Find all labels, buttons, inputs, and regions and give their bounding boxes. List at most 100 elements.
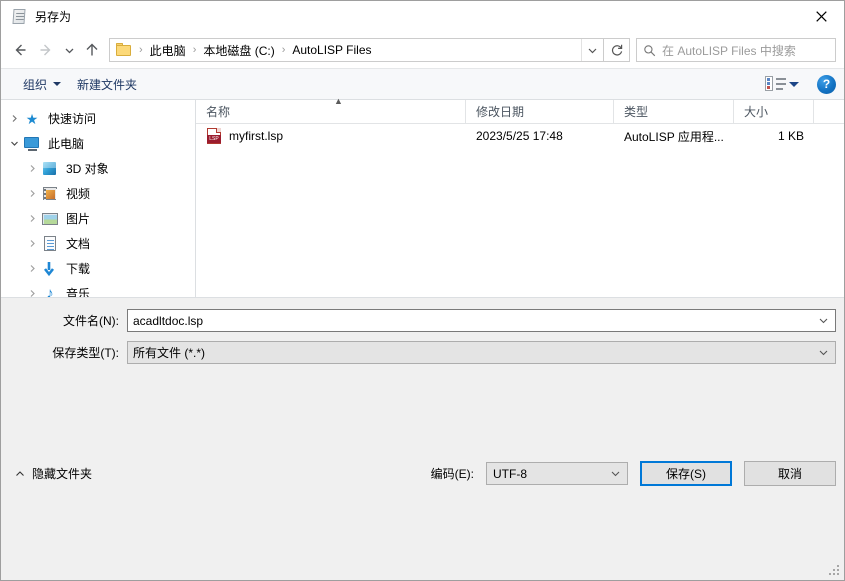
lsp-file-icon: LSP (206, 128, 222, 144)
column-header-name[interactable]: 名称 (196, 100, 466, 123)
resize-grip-icon[interactable] (829, 565, 841, 577)
hide-folders-label: 隐藏文件夹 (32, 467, 93, 482)
window-title: 另存为 (35, 10, 72, 24)
encoding-label: 编码(E): (430, 467, 474, 482)
sidebar-item-label: 3D 对象 (66, 162, 109, 176)
video-icon (41, 186, 59, 202)
file-type-cell: AutoLISP 应用程... (624, 129, 724, 144)
sidebar-item-label: 音乐 (66, 287, 91, 297)
filetype-row: 保存类型(T): 所有文件 (*.*) (9, 340, 836, 366)
expander-expanded-icon[interactable] (5, 139, 23, 148)
refresh-button[interactable] (604, 38, 630, 62)
computer-icon (23, 136, 41, 152)
search-box[interactable]: 在 AutoLISP Files 中搜索 (636, 38, 836, 62)
sidebar-item-label: 此电脑 (48, 137, 85, 151)
organize-button[interactable]: 组织 (15, 73, 69, 96)
expander-collapsed-icon[interactable] (23, 239, 41, 248)
recent-locations-button[interactable] (59, 37, 79, 63)
breadcrumb-separator: › (192, 44, 197, 56)
forward-button[interactable] (33, 37, 59, 63)
column-header-date[interactable]: 修改日期 (466, 100, 614, 123)
cancel-button[interactable]: 取消 (744, 461, 836, 487)
cancel-label: 取消 (777, 467, 802, 482)
sidebar-item-label: 图片 (66, 212, 91, 226)
sidebar-item-pictures[interactable]: 图片 (1, 206, 195, 231)
up-button[interactable] (79, 37, 105, 63)
close-button[interactable] (798, 1, 844, 31)
search-input[interactable]: 在 AutoLISP Files 中搜索 (662, 42, 796, 59)
cube-icon (41, 161, 59, 177)
back-arrow-icon (15, 44, 26, 56)
sidebar-item-music[interactable]: ♪ 音乐 (1, 281, 195, 297)
close-icon (815, 10, 827, 22)
chevron-down-icon[interactable] (818, 310, 829, 331)
filetype-value: 所有文件 (*.*) (133, 346, 206, 360)
details-view-icon (765, 76, 787, 92)
file-list-pane: ▲ 名称 修改日期 类型 大小 LSP myfirst.lsp 2023/5/2… (196, 96, 844, 297)
sidebar-item-quick-access[interactable]: ★ 快速访问 (1, 106, 195, 131)
expander-collapsed-icon[interactable] (5, 114, 23, 123)
refresh-icon (611, 44, 622, 56)
table-row[interactable]: LSP myfirst.lsp 2023/5/25 17:48 AutoLISP… (196, 124, 844, 148)
filetype-select[interactable]: 所有文件 (*.*) (127, 341, 836, 364)
chevron-up-icon (16, 470, 24, 476)
filename-input[interactable]: acadltdoc.lsp (127, 309, 836, 332)
expander-collapsed-icon[interactable] (23, 164, 41, 173)
new-folder-label: 新建文件夹 (77, 77, 138, 92)
sidebar-item-downloads[interactable]: 下载 (1, 256, 195, 281)
sidebar-item-label: 视频 (66, 187, 91, 201)
back-button[interactable] (7, 37, 33, 63)
help-button[interactable]: ? (817, 74, 836, 94)
sidebar-item-label: 快速访问 (48, 112, 97, 126)
address-bar[interactable]: › 此电脑 › 本地磁盘 (C:) › AutoLISP Files (109, 38, 604, 62)
sidebar-item-videos[interactable]: 视频 (1, 181, 195, 206)
title-bar: 另存为 (1, 1, 844, 32)
column-header-size[interactable]: 大小 (734, 100, 814, 123)
chevron-down-icon (588, 48, 597, 53)
breadcrumb-separator: › (139, 44, 143, 56)
chevron-down-icon[interactable] (818, 342, 829, 363)
footer-actions: 编码(E): UTF-8 保存(S) 取消 (430, 461, 836, 487)
breadcrumb-separator: › (281, 44, 286, 56)
search-icon (644, 44, 656, 56)
new-folder-button[interactable]: 新建文件夹 (69, 73, 145, 96)
save-as-dialog: 另存为 › 此电脑 › 本地磁盘 (C:) › AutoLISP Files 在… (0, 0, 845, 581)
breadcrumb-item-this-pc[interactable]: 此电脑 (146, 40, 190, 61)
expander-collapsed-icon[interactable] (23, 189, 41, 198)
file-date-cell: 2023/5/25 17:48 (476, 129, 563, 143)
dialog-footer: 隐藏文件夹 编码(E): UTF-8 保存(S) 取消 (1, 371, 844, 580)
save-form: 文件名(N): acadltdoc.lsp 保存类型(T): 所有文件 (*.*… (1, 296, 844, 372)
expander-collapsed-icon[interactable] (23, 214, 41, 223)
filetype-label: 保存类型(T): (52, 346, 119, 360)
expander-collapsed-icon[interactable] (23, 264, 41, 273)
encoding-select[interactable]: UTF-8 (486, 462, 628, 486)
navigation-pane: ★ 快速访问 此电脑 3D 对象 视频 图片 文档 下载 ♪ 音乐 (1, 100, 196, 297)
command-bar: 组织 新建文件夹 ? (1, 68, 844, 100)
column-header-type[interactable]: 类型 (614, 100, 734, 123)
sidebar-item-this-pc[interactable]: 此电脑 (1, 131, 195, 156)
filename-row: 文件名(N): acadltdoc.lsp (9, 308, 836, 334)
folder-icon (116, 43, 132, 57)
document-icon (41, 235, 59, 252)
dialog-body: ★ 快速访问 此电脑 3D 对象 视频 图片 文档 下载 ♪ 音乐 ▲ 名称 修… (1, 96, 844, 297)
hide-folders-button[interactable]: 隐藏文件夹 (15, 465, 92, 482)
chevron-down-icon[interactable] (610, 463, 621, 484)
column-header-row: ▲ 名称 修改日期 类型 大小 (196, 96, 844, 124)
recent-locations-chevron-icon (65, 48, 73, 53)
expander-collapsed-icon[interactable] (23, 289, 41, 297)
save-button[interactable]: 保存(S) (640, 461, 732, 487)
breadcrumb-item-local-disk-c[interactable]: 本地磁盘 (C:) (199, 40, 278, 61)
star-icon: ★ (25, 110, 39, 127)
picture-icon (41, 211, 59, 227)
view-mode-button[interactable] (765, 76, 799, 92)
file-name-cell[interactable]: LSP myfirst.lsp (196, 128, 466, 144)
navigation-bar: › 此电脑 › 本地磁盘 (C:) › AutoLISP Files 在 Aut… (1, 32, 844, 68)
sidebar-item-label: 下载 (66, 262, 91, 276)
sort-ascending-icon: ▲ (334, 96, 343, 106)
breadcrumb-item-autolisp-files[interactable]: AutoLISP Files (288, 41, 375, 59)
download-icon (41, 261, 59, 277)
address-dropdown-button[interactable] (581, 39, 603, 61)
lsp-file-icon-label: LSP (207, 135, 221, 143)
sidebar-item-documents[interactable]: 文档 (1, 231, 195, 256)
sidebar-item-3d-objects[interactable]: 3D 对象 (1, 156, 195, 181)
